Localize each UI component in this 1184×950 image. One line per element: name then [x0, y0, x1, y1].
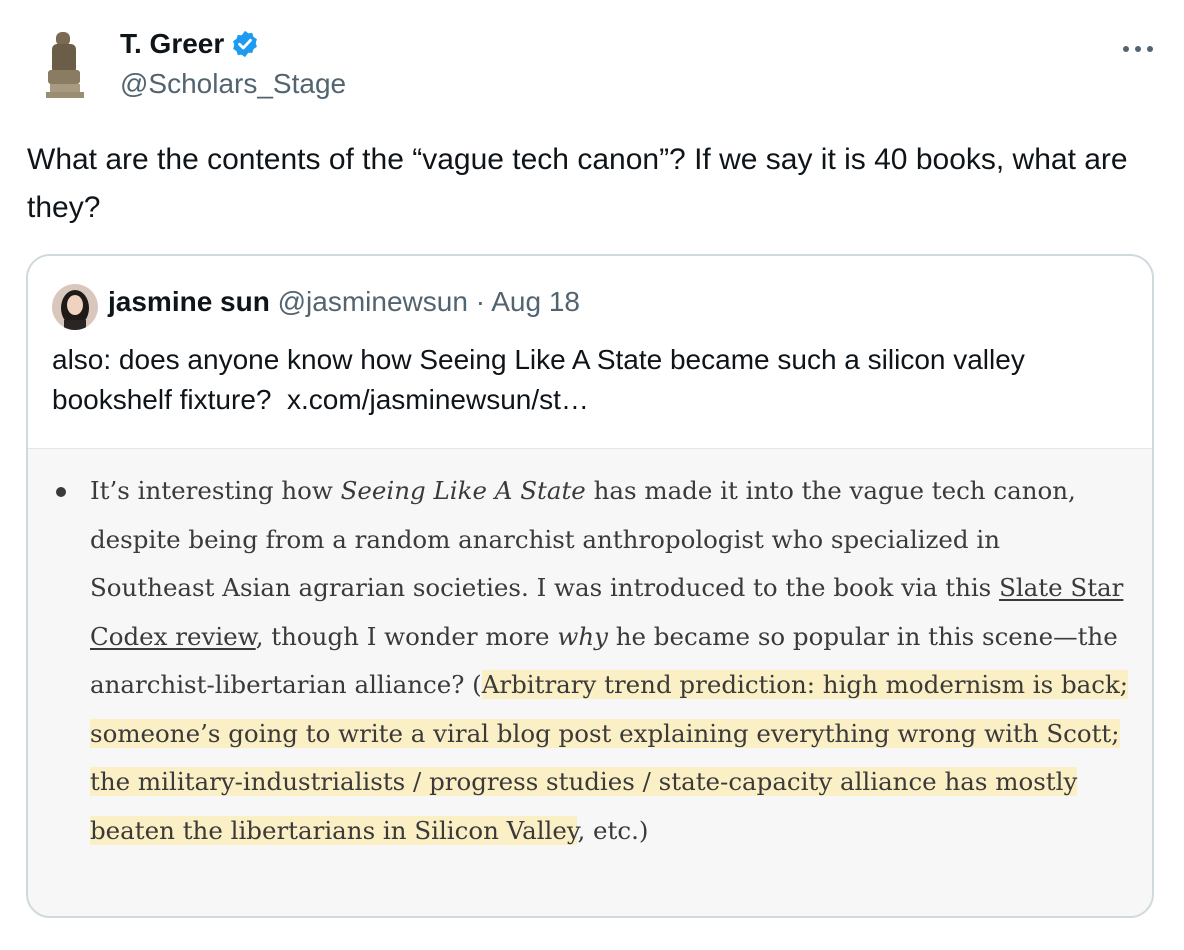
bullet-point [56, 487, 66, 497]
author-name[interactable]: T. Greer [120, 28, 224, 60]
author-avatar[interactable] [30, 26, 100, 102]
quote-author-avatar [52, 284, 98, 330]
image-text-emphasis: why [557, 621, 608, 651]
quote-text: also: does anyone know how Seeing Like A… [52, 340, 1132, 420]
quote-link[interactable]: x.com/jasminewsun/st… [287, 384, 589, 415]
author-handle[interactable]: @Scholars_Stage [120, 68, 346, 100]
verified-badge-icon [230, 29, 260, 59]
quote-tweet-header: jasmine sun @jasminewsun · Aug 18 also: … [28, 256, 1152, 448]
more-dots-icon[interactable] [1118, 30, 1158, 60]
quote-author-line: jasmine sun @jasminewsun · Aug 18 [108, 286, 580, 318]
quote-author-handle: @jasminewsun [277, 286, 468, 317]
author-name-row[interactable]: T. Greer [120, 28, 260, 60]
image-text-part: , though I wonder more [255, 621, 558, 651]
image-text-part: , etc.) [577, 815, 649, 845]
image-text-book-title: Seeing Like A State [340, 476, 586, 505]
separator-dot: · [475, 286, 486, 317]
quote-attached-image[interactable]: It’s interesting how Seeing Like A State… [28, 448, 1152, 916]
tweet-text: What are the contents of the “vague tech… [27, 143, 1128, 224]
quote-tweet-card[interactable]: jasmine sun @jasminewsun · Aug 18 also: … [26, 254, 1154, 918]
image-text-part: It’s interesting how [90, 476, 341, 505]
image-paragraph: It’s interesting how Seeing Like A State… [90, 467, 1130, 855]
quote-date: Aug 18 [491, 286, 580, 317]
quote-author-name: jasmine sun [108, 286, 270, 317]
